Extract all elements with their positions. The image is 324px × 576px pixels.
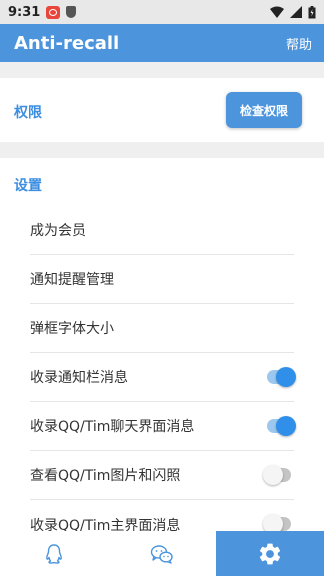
status-time: 9:31: [8, 4, 41, 20]
settings-item-dialog-font-size[interactable]: 弹框字体大小: [30, 304, 294, 353]
section-divider: [0, 142, 324, 158]
toggle-knob: [276, 367, 296, 387]
toggle-knob: [276, 416, 296, 436]
tab-qq[interactable]: [0, 531, 108, 576]
settings-title: 设置: [14, 178, 42, 194]
settings-item-label: 收录通知栏消息: [30, 370, 128, 386]
settings-item-qq-chat: 收录QQ/Tim聊天界面消息: [30, 402, 296, 451]
app-bar: Anti-recall 帮助: [0, 24, 324, 62]
settings-item-label: 查看QQ/Tim图片和闪照: [30, 468, 181, 484]
settings-item-notification-bar: 收录通知栏消息: [30, 353, 296, 402]
signal-icon: [290, 6, 302, 18]
qq-images-toggle[interactable]: [263, 465, 291, 485]
help-button[interactable]: 帮助: [286, 34, 312, 53]
qq-penguin-icon: [46, 543, 62, 564]
settings-item-membership[interactable]: 成为会员: [30, 206, 294, 255]
weibo-notification-icon: [46, 5, 61, 19]
battery-icon: [308, 5, 316, 18]
shield-notification-icon: [66, 6, 77, 18]
permission-title: 权限: [14, 105, 42, 121]
status-bar: 9:31: [0, 0, 324, 24]
settings-item-label: 通知提醒管理: [30, 272, 114, 288]
check-permission-button[interactable]: 检查权限: [226, 92, 302, 128]
toggle-knob: [263, 465, 283, 485]
settings-item-label: 弹框字体大小: [30, 321, 114, 337]
app-title: Anti-recall: [14, 32, 120, 54]
wechat-icon: [150, 544, 173, 564]
tab-wechat[interactable]: [108, 531, 216, 576]
settings-item-label: 收录QQ/Tim聊天界面消息: [30, 419, 195, 435]
gear-icon: [259, 543, 281, 564]
bottom-nav: [0, 531, 324, 576]
qq-main-toggle[interactable]: [263, 514, 291, 534]
section-divider: [0, 62, 324, 78]
qq-chat-toggle[interactable]: [267, 416, 296, 436]
wifi-icon: [270, 6, 284, 18]
settings-item-qq-images: 查看QQ/Tim图片和闪照: [30, 451, 294, 500]
tab-settings[interactable]: [216, 531, 324, 576]
settings-item-label: 成为会员: [30, 223, 86, 239]
settings-item-notification-manage[interactable]: 通知提醒管理: [30, 255, 294, 304]
notification-bar-toggle[interactable]: [267, 367, 296, 387]
